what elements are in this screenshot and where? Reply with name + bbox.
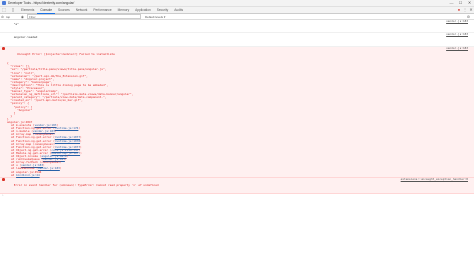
- error-icon: [2, 47, 5, 50]
- tab-application[interactable]: Application: [132, 7, 154, 13]
- stack-frame-suffix: ): [54, 129, 57, 134]
- minimize-button[interactable]: —: [447, 0, 456, 6]
- tab-performance[interactable]: Performance: [90, 7, 114, 13]
- devtools-icon: [2, 1, 6, 5]
- error-message: Error in event handler for (unknown): Ty…: [0, 177, 474, 195]
- log-levels-dropdown[interactable]: Default levels ▾: [145, 15, 165, 19]
- context-selector[interactable]: top: [6, 15, 20, 19]
- message-source-link[interactable]: vendor.js:183: [446, 19, 468, 23]
- inspect-element-icon[interactable]: ⬚: [2, 8, 6, 12]
- console-prompt[interactable]: ›: [0, 194, 474, 203]
- console-message: "a" vendor.js:183: [0, 19, 474, 34]
- error-message: Uncaught Error: [$injector:modulerr] Fai…: [0, 46, 474, 178]
- error-text: Error in event handler for (unknown): Ty…: [13, 182, 159, 187]
- console-output: "a" vendor.js:183 angular.loaded vendor.…: [0, 19, 474, 203]
- stack-frame-suffix: ): [80, 144, 82, 149]
- error-source-link[interactable]: extensions::uncaught_exception_handler:8: [401, 177, 468, 181]
- message-source-link[interactable]: vendor.js:183: [446, 33, 468, 36]
- message-text: angular.loaded: [13, 35, 38, 40]
- maximize-button[interactable]: ☐: [456, 0, 465, 6]
- error-icon: [2, 177, 5, 181]
- tab-security[interactable]: Security: [154, 7, 172, 13]
- stack-frame-link[interactable]: runtime.js:1078: [55, 139, 80, 143]
- close-devtools-icon[interactable]: ✕: [468, 7, 474, 13]
- prompt-chevron-icon: ›: [2, 193, 4, 198]
- error-header[interactable]: Uncaught Error: [$injector:modulerr] Fai…: [0, 46, 474, 63]
- window-controls: — ☐ ✕: [447, 0, 474, 6]
- stack-frame-suffix: ): [80, 138, 82, 143]
- error-header-text: Uncaught Error: [$injector:modulerr] Fai…: [17, 51, 115, 56]
- device-toolbar-icon[interactable]: ▯: [11, 8, 15, 12]
- tab-console[interactable]: Console: [37, 7, 55, 14]
- console-message: angular.loaded vendor.js:183: [0, 33, 474, 47]
- gear-icon[interactable]: ⚙: [466, 15, 471, 19]
- eye-icon[interactable]: ◉: [20, 15, 25, 19]
- tab-memory[interactable]: Memory: [115, 7, 133, 13]
- stack-frame-suffix: ): [59, 166, 62, 171]
- tab-sources[interactable]: Sources: [55, 7, 73, 13]
- error-source-link[interactable]: vendor.js:183: [446, 46, 468, 50]
- tab-network[interactable]: Network: [73, 7, 91, 13]
- clear-console-icon[interactable]: ⊘: [0, 15, 5, 19]
- stack-frame-link[interactable]: runtime.js:176: [55, 126, 79, 130]
- stack-trace: at m.execute (vendor.js:183) at Function.…: [0, 124, 474, 177]
- stack-frame-suffix: ): [78, 126, 81, 131]
- window-title: Developer Tools - https://dexterity.com/…: [8, 1, 75, 5]
- stack-frame-link[interactable]: bindbind.js:44: [16, 173, 40, 177]
- close-button[interactable]: ✕: [465, 0, 474, 6]
- filter-input[interactable]: [27, 13, 141, 20]
- message-text: "a": [13, 22, 19, 27]
- stack-frame-suffix: ): [80, 150, 82, 155]
- tab-elements[interactable]: Elements: [18, 7, 37, 13]
- window-titlebar: Developer Tools - https://dexterity.com/…: [0, 0, 474, 7]
- stack-frame-suffix: ): [64, 157, 67, 162]
- tab-audits[interactable]: Audits: [171, 7, 186, 13]
